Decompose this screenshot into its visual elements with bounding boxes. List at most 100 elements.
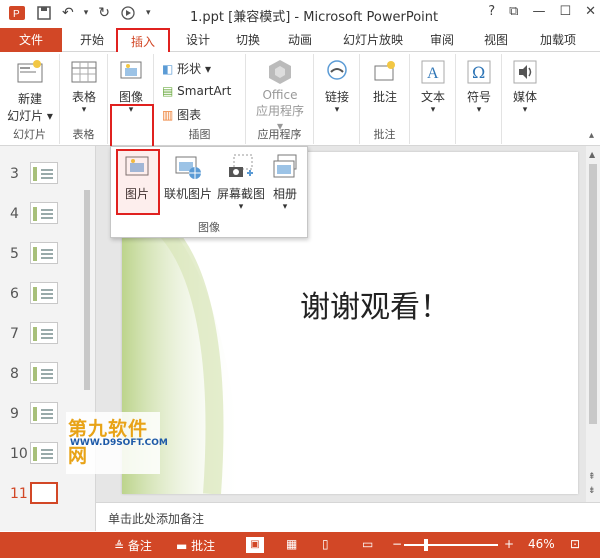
dropdown-group-label: 图像 <box>198 221 220 234</box>
group-link: 链接 ▾ <box>314 54 360 144</box>
online-picture-button[interactable]: 联机图片 <box>161 153 215 202</box>
comments-toggle-label: 批注 <box>191 539 216 553</box>
slide-thumbnail-selected[interactable]: 11 <box>0 480 80 514</box>
thumbnail-image <box>30 202 58 224</box>
collapse-ribbon-icon[interactable]: ▴ <box>589 130 594 141</box>
maximize-icon[interactable]: ☐ <box>559 4 571 19</box>
close-icon[interactable]: ✕ <box>585 4 596 19</box>
slide-number: 11 <box>10 486 28 502</box>
thumbnail-image <box>30 482 58 504</box>
tab-transitions[interactable]: 切换 <box>230 28 266 52</box>
comment-button[interactable]: 批注 <box>366 58 404 105</box>
office-apps-label-1: Office <box>262 88 298 102</box>
link-dropdown-icon: ▾ <box>334 105 340 115</box>
next-slide-icon[interactable]: ⇟ <box>588 486 596 496</box>
table-button[interactable]: 表格 ▾ <box>64 58 104 115</box>
shape-button[interactable]: ◧ 形状 ▾ <box>162 60 211 77</box>
tab-animations[interactable]: 动画 <box>282 28 318 52</box>
slide-thumbnail[interactable]: 4 <box>0 200 80 234</box>
tab-home[interactable]: 开始 <box>74 28 110 52</box>
normal-view-icon[interactable]: ▣ <box>246 537 264 553</box>
group-text: A 文本 ▾ <box>410 54 456 144</box>
screenshot-button[interactable]: 屏幕截图 ▾ <box>215 153 267 212</box>
screenshot-icon <box>229 154 253 177</box>
tab-design[interactable]: 设计 <box>180 28 216 52</box>
smartart-label: SmartArt <box>177 84 232 98</box>
thumbnail-image <box>30 402 58 424</box>
start-from-beginning-icon[interactable] <box>120 5 136 21</box>
powerpoint-logo-icon: P <box>9 6 25 20</box>
svg-text:A: A <box>427 65 439 82</box>
group-symbol: Ω 符号 ▾ <box>456 54 502 144</box>
slide-sorter-view-icon[interactable]: ▦ <box>286 537 297 551</box>
text-button[interactable]: A 文本 ▾ <box>414 58 452 115</box>
redo-icon[interactable]: ↻ <box>98 5 110 21</box>
shape-label: 形状 <box>177 62 202 76</box>
group-label-slides: 幻灯片 <box>13 128 46 141</box>
smartart-button[interactable]: ▤ SmartArt <box>162 84 231 98</box>
notes-icon: ≜ <box>114 539 125 553</box>
new-slide-icon <box>17 60 43 83</box>
speaker-icon <box>513 60 537 84</box>
chart-label: 图表 <box>177 108 202 122</box>
zoom-slider-thumb[interactable] <box>424 539 428 551</box>
online-picture-icon <box>175 156 201 179</box>
ribbon-tabs: 文件 开始 插入 设计 切换 动画 幻灯片放映 审阅 视图 加载项 <box>0 28 600 52</box>
scroll-up-icon[interactable]: ▲ <box>589 150 595 159</box>
office-apps-button[interactable]: Office 应用程序 ▾ <box>252 58 308 133</box>
link-label: 链接 <box>324 90 349 104</box>
link-button[interactable]: 链接 ▾ <box>318 58 356 115</box>
zoom-slider[interactable] <box>404 539 498 551</box>
help-icon[interactable]: ? <box>488 4 495 19</box>
tab-view[interactable]: 视图 <box>478 28 514 52</box>
ribbon: 新建 幻灯片 ▾ 幻灯片 表格 ▾ 表格 图像 ▾ ◧ 形状 ▾ ▤ Smart… <box>0 52 600 196</box>
customize-qat-icon[interactable]: ▾ <box>146 8 151 18</box>
reading-view-icon[interactable]: ▯ <box>322 537 329 551</box>
zoom-level[interactable]: 46% <box>528 537 555 551</box>
notes-toggle-label: 备注 <box>127 539 152 553</box>
smartart-icon: ▤ <box>162 84 174 98</box>
notes-placeholder: 单击此处添加备注 <box>108 512 205 526</box>
slide-thumbnail[interactable]: 5 <box>0 240 80 274</box>
notes-toggle-button[interactable]: ≜ 备注 <box>114 537 152 554</box>
slide-thumbnail[interactable]: 6 <box>0 280 80 314</box>
slideshow-view-icon[interactable]: ▭ <box>362 537 373 551</box>
site-watermark-logo: 第九软件网 WWW.D9SOFT.COM <box>66 412 168 474</box>
slide-number: 9 <box>10 406 19 422</box>
undo-icon[interactable]: ↶ <box>62 5 74 21</box>
minimize-icon[interactable]: — <box>532 4 545 19</box>
new-slide-button[interactable]: 新建 幻灯片 ▾ <box>4 58 56 124</box>
slide-number: 7 <box>10 326 19 342</box>
svg-text:Ω: Ω <box>472 63 485 82</box>
group-label-comment: 批注 <box>373 128 396 141</box>
slide-thumbnail[interactable]: 3 <box>0 160 80 194</box>
undo-dropdown-icon[interactable]: ▾ <box>84 8 89 18</box>
slide-thumbnail[interactable]: 7 <box>0 320 80 354</box>
canvas-vertical-scrollbar[interactable]: ▲ ⇞ ⇟ <box>586 146 600 502</box>
slide-thumbnail[interactable]: 8 <box>0 360 80 394</box>
photo-album-button[interactable]: 相册 ▾ <box>265 153 305 212</box>
tab-file[interactable]: 文件 <box>0 28 62 52</box>
comments-toggle-button[interactable]: ▬ 批注 <box>176 537 215 554</box>
comment-status-icon: ▬ <box>176 539 188 553</box>
tab-review[interactable]: 审阅 <box>424 28 460 52</box>
tab-slideshow[interactable]: 幻灯片放映 <box>336 28 410 52</box>
image-icon <box>120 61 142 79</box>
media-button[interactable]: 媒体 ▾ <box>506 58 544 115</box>
fit-slide-icon[interactable]: ⊡ <box>570 537 580 551</box>
tab-addins[interactable]: 加载项 <box>532 28 584 52</box>
window-title: 1.ppt [兼容模式] - Microsoft PowerPoint <box>190 10 439 25</box>
symbol-button[interactable]: Ω 符号 ▾ <box>460 58 498 115</box>
restore-icon[interactable]: ⧉ <box>509 4 518 19</box>
status-bar: ≜ 备注 ▬ 批注 ▣ ▦ ▯ ▭ − + 46% ⊡ <box>0 532 600 558</box>
zoom-out-icon[interactable]: − <box>392 537 402 551</box>
notes-pane[interactable]: 单击此处添加备注 <box>96 502 600 532</box>
zoom-in-icon[interactable]: + <box>504 537 514 551</box>
previous-slide-icon[interactable]: ⇞ <box>588 472 596 482</box>
slide-title-text[interactable]: 谢谢观看！ <box>300 282 450 326</box>
chart-button[interactable]: ▥ 图表 <box>162 106 201 123</box>
save-icon[interactable] <box>36 5 52 21</box>
window-controls: ? ⧉ — ☐ ✕ <box>488 4 596 19</box>
table-label: 表格 <box>71 90 96 104</box>
tab-insert[interactable]: 插入 <box>116 28 170 52</box>
